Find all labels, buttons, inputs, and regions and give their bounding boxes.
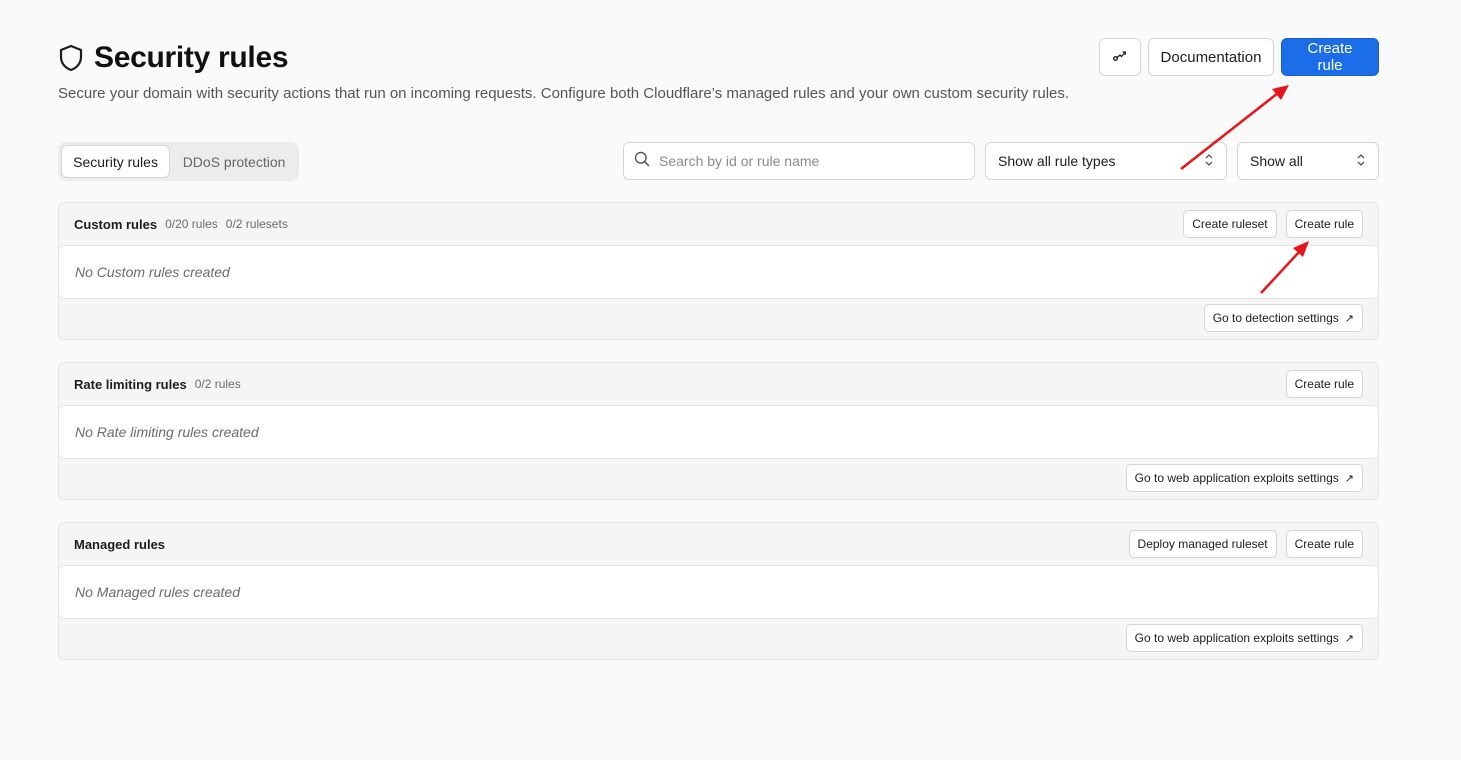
link-label: Go to detection settings <box>1212 311 1339 325</box>
card-actions: Deploy managed ruleset Create rule <box>1128 530 1363 558</box>
card-title: Managed rules <box>74 536 166 552</box>
search-input[interactable] <box>659 153 959 169</box>
page-header: Security rules Secure your domain with s… <box>58 38 1379 108</box>
deploy-managed-ruleset-button[interactable]: Deploy managed ruleset <box>1128 530 1277 558</box>
card-actions: Create rule <box>1285 370 1363 398</box>
chevron-updown-icon <box>1204 153 1214 170</box>
segmented-tabs: Security rules DDoS protection <box>58 142 299 181</box>
exploits-settings-link[interactable]: Go to web application exploits settings … <box>1125 464 1363 492</box>
page-subtitle: Secure your domain with security actions… <box>58 85 1070 102</box>
link-label: Go to web application exploits settings <box>1134 471 1339 485</box>
rulesets-count: 0/2 rulesets <box>225 217 288 231</box>
page-title: Security rules <box>94 41 289 74</box>
chevron-updown-icon <box>1356 153 1366 170</box>
documentation-button[interactable]: Documentation <box>1148 38 1274 76</box>
empty-state-text: No Rate limiting rules created <box>75 424 259 440</box>
card-title: Custom rules <box>74 216 158 232</box>
create-rule-button[interactable]: Create rule <box>1285 530 1363 558</box>
custom-rules-card: Custom rules 0/20 rules 0/2 rulesets Cre… <box>58 202 1379 340</box>
trace-button[interactable] <box>1099 38 1141 76</box>
create-rule-button[interactable]: Create rule <box>1285 210 1363 238</box>
card-footer: Go to detection settings ↗ <box>1203 304 1363 332</box>
card-actions: Create ruleset Create rule <box>1183 210 1363 238</box>
empty-state-text: No Custom rules created <box>75 264 230 280</box>
tab-ddos-protection[interactable]: DDoS protection <box>172 145 296 178</box>
card-header: Custom rules 0/20 rules 0/2 rulesets Cre… <box>59 203 1378 245</box>
controls-bar: Security rules DDoS protection Show all … <box>58 142 1379 182</box>
header-actions: Documentation Create rule <box>1099 38 1379 76</box>
create-rule-primary-button[interactable]: Create rule <box>1281 38 1379 76</box>
rules-count: 0/20 rules <box>165 217 218 231</box>
status-value: Show all <box>1250 153 1303 169</box>
link-label: Go to web application exploits settings <box>1134 631 1339 645</box>
card-body: No Managed rules created <box>58 565 1379 619</box>
empty-state-text: No Managed rules created <box>75 584 240 600</box>
rate-limiting-rules-card: Rate limiting rules 0/2 rules Create rul… <box>58 362 1379 500</box>
card-header: Rate limiting rules 0/2 rules Create rul… <box>59 363 1378 405</box>
card-footer: Go to web application exploits settings … <box>1125 624 1363 652</box>
card-footer: Go to web application exploits settings … <box>1125 464 1363 492</box>
rule-type-value: Show all rule types <box>998 153 1116 169</box>
shield-icon <box>58 44 84 72</box>
create-ruleset-button[interactable]: Create ruleset <box>1183 210 1277 238</box>
rules-count: 0/2 rules <box>194 377 241 391</box>
external-link-icon: ↗ <box>1344 312 1354 325</box>
status-select[interactable]: Show all <box>1237 142 1379 180</box>
search-icon <box>634 151 650 172</box>
card-title: Rate limiting rules <box>74 376 187 392</box>
exploits-settings-link[interactable]: Go to web application exploits settings … <box>1125 624 1363 652</box>
card-body: No Rate limiting rules created <box>58 405 1379 459</box>
card-header: Managed rules Deploy managed ruleset Cre… <box>59 523 1378 565</box>
search-box <box>623 142 975 180</box>
detection-settings-link[interactable]: Go to detection settings ↗ <box>1203 304 1363 332</box>
create-rule-button[interactable]: Create rule <box>1285 370 1363 398</box>
managed-rules-card: Managed rules Deploy managed ruleset Cre… <box>58 522 1379 660</box>
external-link-icon: ↗ <box>1344 632 1354 645</box>
rule-type-select[interactable]: Show all rule types <box>985 142 1227 180</box>
card-body: No Custom rules created <box>58 245 1379 299</box>
tab-security-rules[interactable]: Security rules <box>61 145 171 178</box>
trace-icon <box>1112 47 1128 67</box>
external-link-icon: ↗ <box>1344 472 1354 485</box>
